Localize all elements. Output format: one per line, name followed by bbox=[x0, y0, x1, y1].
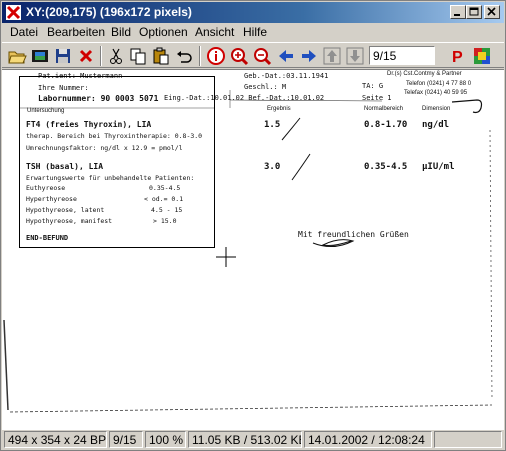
last-page-icon[interactable] bbox=[345, 46, 365, 66]
toolbar-separator bbox=[199, 46, 201, 66]
title-bar[interactable]: XY:(209,175) (196x172 pixels) bbox=[2, 2, 504, 23]
menu-bar: Datei Bearbeiten Bild Optionen Ansicht H… bbox=[2, 23, 504, 42]
zoom-out-icon[interactable] bbox=[252, 46, 272, 66]
status-bar: 494 x 354 x 24 BPP 9/15 100 % 11.05 KB /… bbox=[2, 429, 504, 450]
first-page-icon[interactable] bbox=[322, 46, 342, 66]
window-title: XY:(209,175) (196x172 pixels) bbox=[26, 5, 192, 19]
greeting: Mit freundlichen Grüßen bbox=[298, 230, 409, 239]
delete-icon[interactable] bbox=[76, 46, 96, 66]
ft4-range: 0.8-1.70 bbox=[364, 120, 408, 130]
col-result: Ergebnis bbox=[267, 106, 291, 112]
minimize-button[interactable] bbox=[450, 5, 466, 19]
toolbar: 9/15 P bbox=[2, 42, 504, 68]
app-icon bbox=[5, 4, 22, 21]
filmstrip-icon[interactable] bbox=[30, 46, 50, 66]
previous-arrow-icon[interactable] bbox=[276, 46, 296, 66]
image-viewport[interactable]: Pat.ient: Mustermann Ihre Nummer: Laborn… bbox=[2, 69, 504, 430]
status-zoom: 100 % bbox=[145, 431, 186, 448]
tsh-range: 0.35-4.5 bbox=[364, 162, 408, 172]
close-button[interactable] bbox=[484, 5, 500, 19]
tsh-result: 3.0 bbox=[264, 162, 281, 172]
status-page: 9/15 bbox=[109, 431, 143, 448]
col-range: Normalbereich bbox=[364, 106, 404, 112]
selection-rectangle[interactable] bbox=[19, 76, 215, 248]
page-number-input[interactable]: 9/15 bbox=[369, 46, 435, 65]
status-datetime: 14.01.2002 / 12:08:24 bbox=[304, 431, 432, 448]
svg-text:P: P bbox=[452, 49, 463, 66]
undo-icon[interactable] bbox=[174, 46, 194, 66]
ft4-result: 1.5 bbox=[264, 120, 281, 130]
maximize-button[interactable] bbox=[466, 5, 482, 19]
info-icon[interactable] bbox=[206, 46, 226, 66]
menu-bearbeiten[interactable]: Bearbeiten bbox=[47, 25, 105, 39]
copy-icon[interactable] bbox=[128, 46, 148, 66]
viewer-window: XY:(209,175) (196x172 pixels) Datei Bear… bbox=[0, 0, 506, 451]
save-icon[interactable] bbox=[53, 46, 73, 66]
color-palette-icon[interactable] bbox=[472, 46, 492, 66]
status-file-size: 11.05 KB / 513.02 KB bbox=[188, 431, 302, 448]
scanned-document: Pat.ient: Mustermann Ihre Nummer: Laborn… bbox=[2, 70, 504, 430]
toolbar-separator bbox=[100, 46, 102, 66]
menu-optionen[interactable]: Optionen bbox=[139, 25, 188, 39]
next-arrow-icon[interactable] bbox=[299, 46, 319, 66]
ft4-unit: ng/dl bbox=[422, 120, 450, 130]
paste-icon[interactable] bbox=[151, 46, 171, 66]
cut-icon[interactable] bbox=[106, 46, 126, 66]
menu-datei[interactable]: Datei bbox=[10, 25, 38, 39]
tsh-unit: µIU/ml bbox=[422, 162, 455, 172]
menu-hilfe[interactable]: Hilfe bbox=[243, 25, 267, 39]
status-empty bbox=[434, 431, 502, 448]
menu-ansicht[interactable]: Ansicht bbox=[195, 25, 234, 39]
menu-bild[interactable]: Bild bbox=[111, 25, 131, 39]
pdf-icon[interactable]: P bbox=[448, 46, 468, 66]
col-unit: Dimension bbox=[422, 106, 451, 112]
zoom-in-icon[interactable] bbox=[229, 46, 249, 66]
open-folder-icon[interactable] bbox=[7, 46, 27, 66]
status-image-info: 494 x 354 x 24 BPP bbox=[4, 431, 107, 448]
